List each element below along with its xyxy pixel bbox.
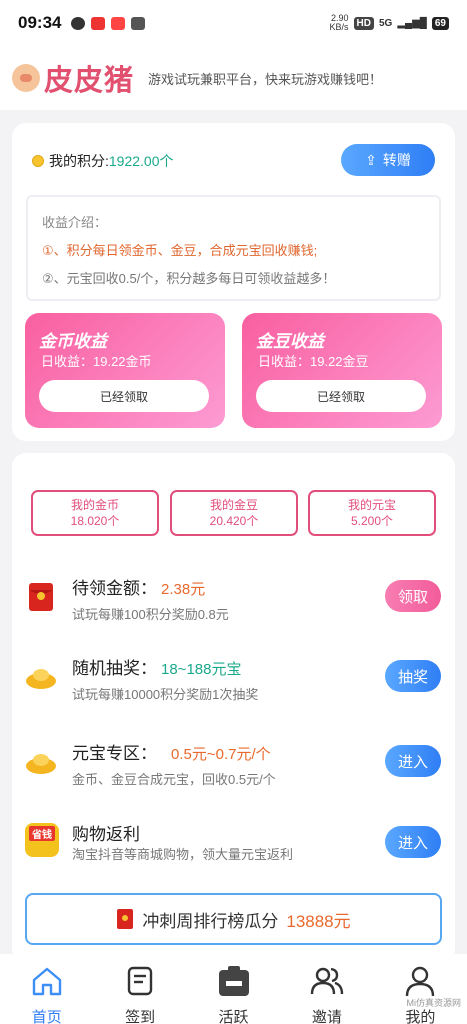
claim-button[interactable]: 领取 [385, 580, 441, 612]
earnings-title: 金币收益 [39, 332, 107, 351]
shopping-app-icon: 省钱 [25, 823, 59, 857]
yuanbao-zone-row: 元宝专区： 0.5元~0.7元/个 金币、金豆合成元宝，回收0.5元/个 进入 [12, 739, 455, 799]
row-description: 淘宝抖音等商城购物，领大量元宝返利 [72, 847, 294, 862]
stat-gold-beans[interactable]: 我的金豆 20.420个 [170, 490, 298, 536]
tab-invite[interactable]: 邀请 [280, 954, 373, 1024]
intro-line-1: ①、积分每日领金币、金豆，合成元宝回收赚钱; [42, 243, 318, 258]
gift-icon: ⇪ [365, 151, 377, 168]
claimed-button[interactable]: 已经领取 [39, 380, 209, 412]
earnings-title: 金豆收益 [256, 332, 324, 351]
gold-ingot-icon [26, 754, 56, 774]
signal-indicator: 5G [378, 17, 393, 29]
claimed-button[interactable]: 已经领取 [256, 380, 426, 412]
shopping-rebate-row: 省钱 购物返利 淘宝抖音等商城购物，领大量元宝返利 进入 [12, 820, 455, 880]
pending-amount-row: 待领金额： 2.38元 试玩每赚100积分奖励0.8元 领取 [12, 574, 455, 634]
pig-logo-icon [12, 64, 40, 92]
intro-title: 收益介绍： [42, 215, 108, 230]
square-app-icon [131, 16, 146, 30]
users-icon [310, 967, 344, 995]
lottery-button[interactable]: 抽奖 [385, 660, 441, 692]
row-title: 待领金额： 2.38元 [72, 579, 206, 598]
hd-badge: HD [353, 16, 374, 30]
stat-yuanbao[interactable]: 我的元宝 5.200个 [308, 490, 436, 536]
row-amount: 0.5元~0.7元/个 [171, 746, 271, 763]
coin-icon [32, 155, 44, 167]
intro-line-2: ②、元宝回收0.5/个，积分越多每日可领收益越多！ [42, 271, 336, 286]
row-description: 试玩每赚100积分奖励0.8元 [72, 607, 229, 622]
points-value: 1922.00个 [108, 153, 174, 169]
assets-card: 我的金币 18.020个 我的金豆 20.420个 我的元宝 5.200个 待领… [12, 453, 455, 963]
tab-profile[interactable]: 我的 [374, 954, 467, 1024]
user-icon [406, 966, 435, 997]
row-amount: 18~188元宝 [161, 661, 242, 678]
row-description: 试玩每赚10000积分奖励1次抽奖 [72, 687, 259, 702]
row-amount: 2.38元 [161, 581, 206, 598]
stat-label: 我的金币 [70, 498, 119, 512]
stat-value: 18.020个 [70, 514, 120, 528]
gold-ingot-icon [26, 669, 56, 689]
tab-label: 签到 [125, 1009, 156, 1024]
gold-bean-earnings-card: 金豆收益 日收益：19.22金豆 已经领取 [242, 313, 442, 428]
briefcase-icon [218, 966, 249, 996]
stat-label: 我的元宝 [347, 498, 396, 512]
tab-label: 邀请 [311, 1009, 342, 1024]
tab-home[interactable]: 首页 [0, 954, 93, 1024]
tab-label: 活跃 [218, 1009, 249, 1024]
status-bar: 09:34 2.90 KB/s HD 5G ▂▄▆█ 69 [0, 0, 467, 46]
wechat-icon [71, 16, 86, 30]
ranking-value: 13888元 [286, 911, 351, 931]
weekly-ranking-banner[interactable]: 冲刺周排行榜瓜分 13888元 [25, 893, 442, 945]
earnings-intro: 收益介绍： ①、积分每日领金币、金豆，合成元宝回收赚钱; ②、元宝回收0.5/个… [26, 195, 441, 301]
battery-indicator: 69 [431, 16, 449, 30]
signal-bars-icon: ▂▄▆█ [397, 17, 427, 29]
row-title: 随机抽奖： 18~188元宝 [72, 659, 242, 678]
enter-button[interactable]: 进入 [385, 745, 441, 777]
enter-button[interactable]: 进入 [385, 826, 441, 858]
app-slogan: 游戏试玩兼职平台，快来玩游戏赚钱吧！ [148, 71, 383, 87]
tab-label: 首页 [31, 1009, 62, 1024]
app-notification-icon [91, 16, 106, 30]
stat-value: 20.420个 [209, 514, 259, 528]
stat-value: 5.200个 [350, 514, 394, 528]
red-envelope-icon [29, 583, 53, 611]
transfer-button[interactable]: ⇪ 转赠 [341, 144, 435, 176]
checkin-icon [127, 966, 153, 996]
app-header: 皮皮猪 游戏试玩兼职平台，快来玩游戏赚钱吧！ [0, 46, 467, 110]
bottom-tab-bar: 首页 签到 活跃 邀请 我的 [0, 954, 467, 1024]
stat-label: 我的金豆 [209, 498, 258, 512]
ranking-label: 冲刺周排行榜瓜分 [142, 911, 279, 931]
earnings-daily: 日收益：19.22金豆 [258, 354, 369, 369]
shopping-icon-text: 省钱 [29, 826, 55, 841]
points-label: 我的积分: [49, 153, 109, 169]
lottery-row: 随机抽奖： 18~188元宝 试玩每赚10000积分奖励1次抽奖 抽奖 [12, 654, 455, 714]
network-speed: 2.90 KB/s [329, 13, 349, 32]
app-logo-text: 皮皮猪 [44, 65, 135, 97]
news-icon [111, 16, 126, 30]
earnings-daily: 日收益：19.22金币 [41, 354, 152, 369]
points-summary: 我的积分: 1922.00个 [32, 151, 174, 171]
points-card: 我的积分: 1922.00个 ⇪ 转赠 收益介绍： ①、积分每日领金币、金豆，合… [12, 123, 455, 441]
status-time: 09:34 [18, 13, 62, 32]
stat-gold-coins[interactable]: 我的金币 18.020个 [31, 490, 159, 536]
red-envelope-icon [117, 909, 134, 929]
transfer-label: 转赠 [382, 152, 411, 168]
row-title: 购物返利 [72, 825, 140, 844]
row-title: 元宝专区： 0.5元~0.7元/个 [72, 744, 271, 763]
tab-checkin[interactable]: 签到 [93, 954, 186, 1024]
tab-active[interactable]: 活跃 [187, 954, 280, 1024]
watermark: Mi仿真资源网 [406, 998, 462, 1008]
gold-coin-earnings-card: 金币收益 日收益：19.22金币 已经领取 [25, 313, 225, 428]
row-description: 金币、金豆合成元宝，回收0.5元/个 [72, 772, 276, 787]
home-icon [32, 967, 61, 996]
